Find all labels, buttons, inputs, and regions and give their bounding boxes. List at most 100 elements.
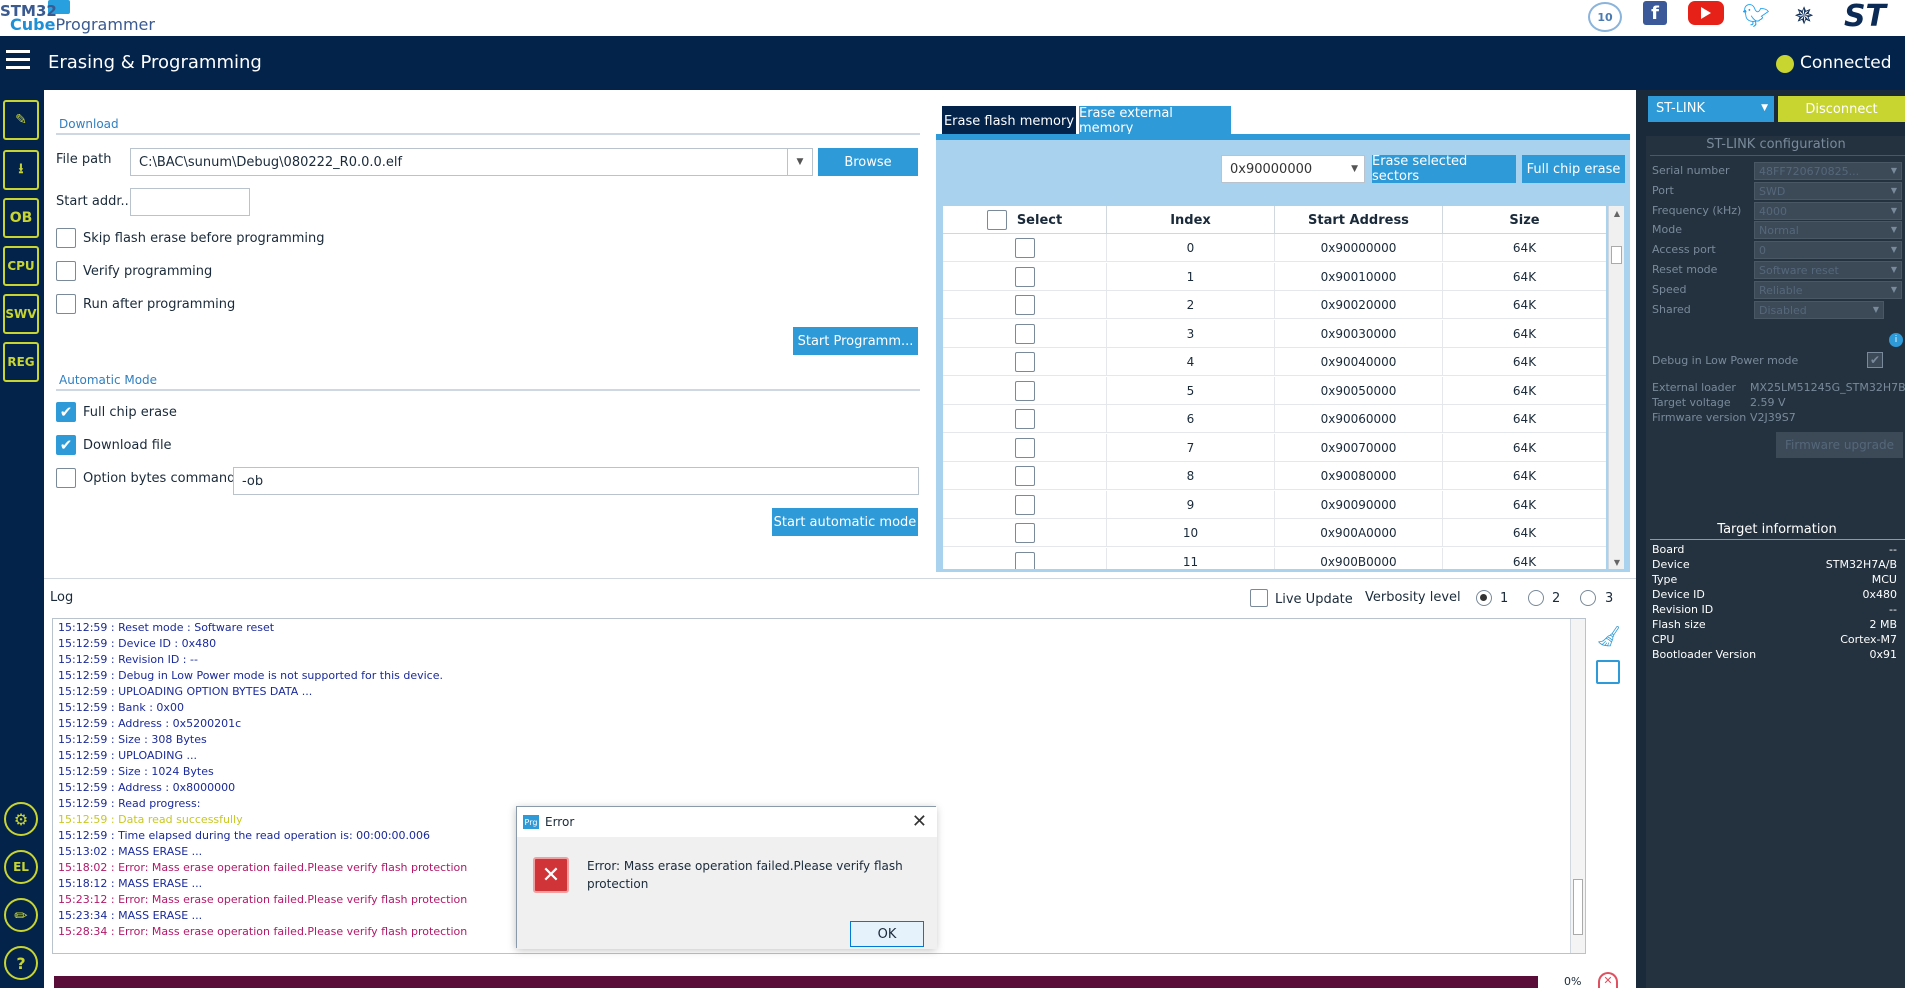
table-row[interactable]: 7 0x90070000 64K [943,433,1606,462]
live-update-checkbox[interactable] [1250,589,1268,607]
run-after-programming-checkbox[interactable] [56,294,76,314]
anniversary-icon[interactable]: 10 [1588,2,1622,32]
swv-icon[interactable]: SWV [3,294,39,334]
ok-button[interactable]: OK [850,921,924,947]
scroll-thumb[interactable] [1611,246,1622,264]
table-row[interactable]: 4 0x90040000 64K [943,348,1606,376]
stlink-field-select[interactable]: Disabled ▼ [1754,300,1884,319]
table-row[interactable]: 5 0x90050000 64K [943,376,1606,405]
help-icon[interactable]: ? [4,946,38,980]
verbosity-radio-3[interactable] [1580,590,1596,606]
youtube-icon[interactable] [1688,1,1724,25]
start-programming-button[interactable]: Start Programm... [793,327,918,355]
table-row[interactable]: 11 0x900B0000 64K [943,547,1606,569]
el-icon[interactable]: EL [4,850,38,884]
sector-select-cell [943,234,1107,262]
download-file-label: Download file [83,438,172,453]
twitter-icon[interactable]: 🐦︎ [1742,2,1770,30]
sector-checkbox[interactable] [1014,352,1035,372]
option-bytes-icon[interactable]: OB [3,198,39,238]
sector-checkbox[interactable] [1014,238,1035,258]
menu-icon[interactable] [6,50,30,70]
browse-button[interactable]: Browse [818,148,918,176]
sector-checkbox[interactable] [1014,380,1035,401]
table-row[interactable]: 0 0x90000000 64K [943,234,1606,262]
stlink-field-select[interactable]: 4000 ▼ [1754,201,1902,220]
table-row[interactable]: 6 0x90060000 64K [943,405,1606,433]
cpu-icon[interactable]: CPU [3,246,39,286]
table-row[interactable]: 8 0x90080000 64K [943,462,1606,490]
close-icon[interactable]: ✕ [912,811,927,832]
sector-checkbox[interactable] [1014,266,1035,287]
sectors-table-scrollbar[interactable]: ▲ ▼ [1608,206,1624,569]
sector-checkbox[interactable] [1014,409,1035,429]
tab-erase-external-memory[interactable]: Erase external memory [1079,106,1231,136]
start-automatic-mode-button[interactable]: Start automatic mode [772,508,918,536]
table-row[interactable]: 3 0x90030000 64K [943,319,1606,348]
network-icon[interactable]: ✵ [1790,2,1818,30]
firmware-version-value: V2J39S7 [1750,411,1796,424]
registers-icon[interactable]: REG [3,342,39,382]
stlink-field-select[interactable]: 48FF720670825... ▼ [1754,162,1902,180]
stlink-field-select[interactable]: 0 ▼ [1754,241,1902,260]
sectors-table-header: Select Index Start Address Size [943,206,1606,234]
log-scroll-thumb[interactable] [1573,879,1583,935]
sector-start-address: 0x90060000 [1275,405,1443,433]
file-path-input[interactable]: C:\BAC\sunum\Debug\080222_R0.0.0.elf [130,148,790,176]
sector-checkbox[interactable] [1014,295,1035,315]
scroll-up-icon[interactable]: ▲ [1609,206,1625,220]
sector-checkbox[interactable] [1014,437,1035,458]
file-path-dropdown-icon[interactable]: ▼ [787,148,813,176]
sector-checkbox[interactable] [1014,466,1035,486]
table-row[interactable]: 10 0x900A0000 64K [943,519,1606,547]
sector-checkbox[interactable] [1014,494,1035,515]
skip-erase-checkbox[interactable] [56,228,76,248]
verbosity-radio-2[interactable] [1528,590,1544,606]
table-row[interactable]: 9 0x90090000 64K [943,490,1606,519]
sector-size: 64K [1512,554,1537,569]
debug-low-power-checkbox[interactable]: ✔ [1867,352,1883,368]
save-log-icon[interactable] [1596,660,1620,684]
memory-download-icon[interactable]: ⭳ [3,150,39,190]
pen-icon[interactable]: ✏ [4,898,38,932]
option-bytes-input[interactable]: -ob [233,467,919,495]
stlink-field-select[interactable]: SWD ▼ [1754,181,1902,200]
verbosity-radio-1[interactable] [1476,590,1492,606]
verify-programming-checkbox[interactable] [56,261,76,281]
chevron-down-icon: ▼ [1890,225,1897,235]
stlink-field-select[interactable]: Normal ▼ [1754,221,1902,240]
facebook-icon[interactable]: f [1643,1,1667,25]
target-info-label: Type [1652,573,1678,586]
clear-log-icon[interactable]: 🧹︎ [1596,624,1621,648]
full-chip-erase-button[interactable]: Full chip erase [1522,155,1625,183]
st-logo[interactable]: ST [1833,0,1897,34]
sector-checkbox[interactable] [1014,323,1035,344]
disconnect-button[interactable]: Disconnect [1778,96,1905,122]
start-address-input[interactable] [130,188,250,216]
scroll-down-icon[interactable]: ▼ [1609,555,1625,569]
probe-type-select[interactable]: ST-LINK ▼ [1648,96,1774,122]
tab-erase-flash-memory[interactable]: Erase flash memory [942,106,1076,136]
verbosity-level-1-label: 1 [1500,591,1509,606]
option-bytes-checkbox[interactable] [56,468,76,488]
info-icon[interactable]: i [1889,333,1903,347]
sector-checkbox[interactable] [1014,551,1035,569]
firmware-upgrade-button[interactable]: Firmware upgrade [1776,432,1903,458]
select-all-checkbox[interactable] [986,210,1007,230]
full-chip-erase-checkbox[interactable]: ✔ [56,402,76,422]
memory-address-select[interactable]: 0x90000000 ▼ [1221,155,1365,183]
sector-start-address: 0x90050000 [1275,376,1443,405]
stlink-field-select[interactable]: Software reset ▼ [1754,261,1902,279]
erase-selected-sectors-button[interactable]: Erase selected sectors [1372,154,1516,184]
cancel-icon[interactable]: ✕ [1598,972,1618,988]
download-divider [56,133,920,135]
download-file-checkbox[interactable]: ✔ [56,435,76,455]
download-section-title: Download [59,117,119,131]
log-scrollbar[interactable] [1570,619,1585,953]
erasing-programming-icon[interactable]: ✎ [3,100,39,140]
stlink-field-select[interactable]: Reliable ▼ [1754,280,1902,299]
table-row[interactable]: 2 0x90020000 64K [943,291,1606,319]
table-row[interactable]: 1 0x90010000 64K [943,262,1606,291]
sector-checkbox[interactable] [1014,523,1035,543]
beta-icon[interactable]: ⚙ [4,802,38,836]
